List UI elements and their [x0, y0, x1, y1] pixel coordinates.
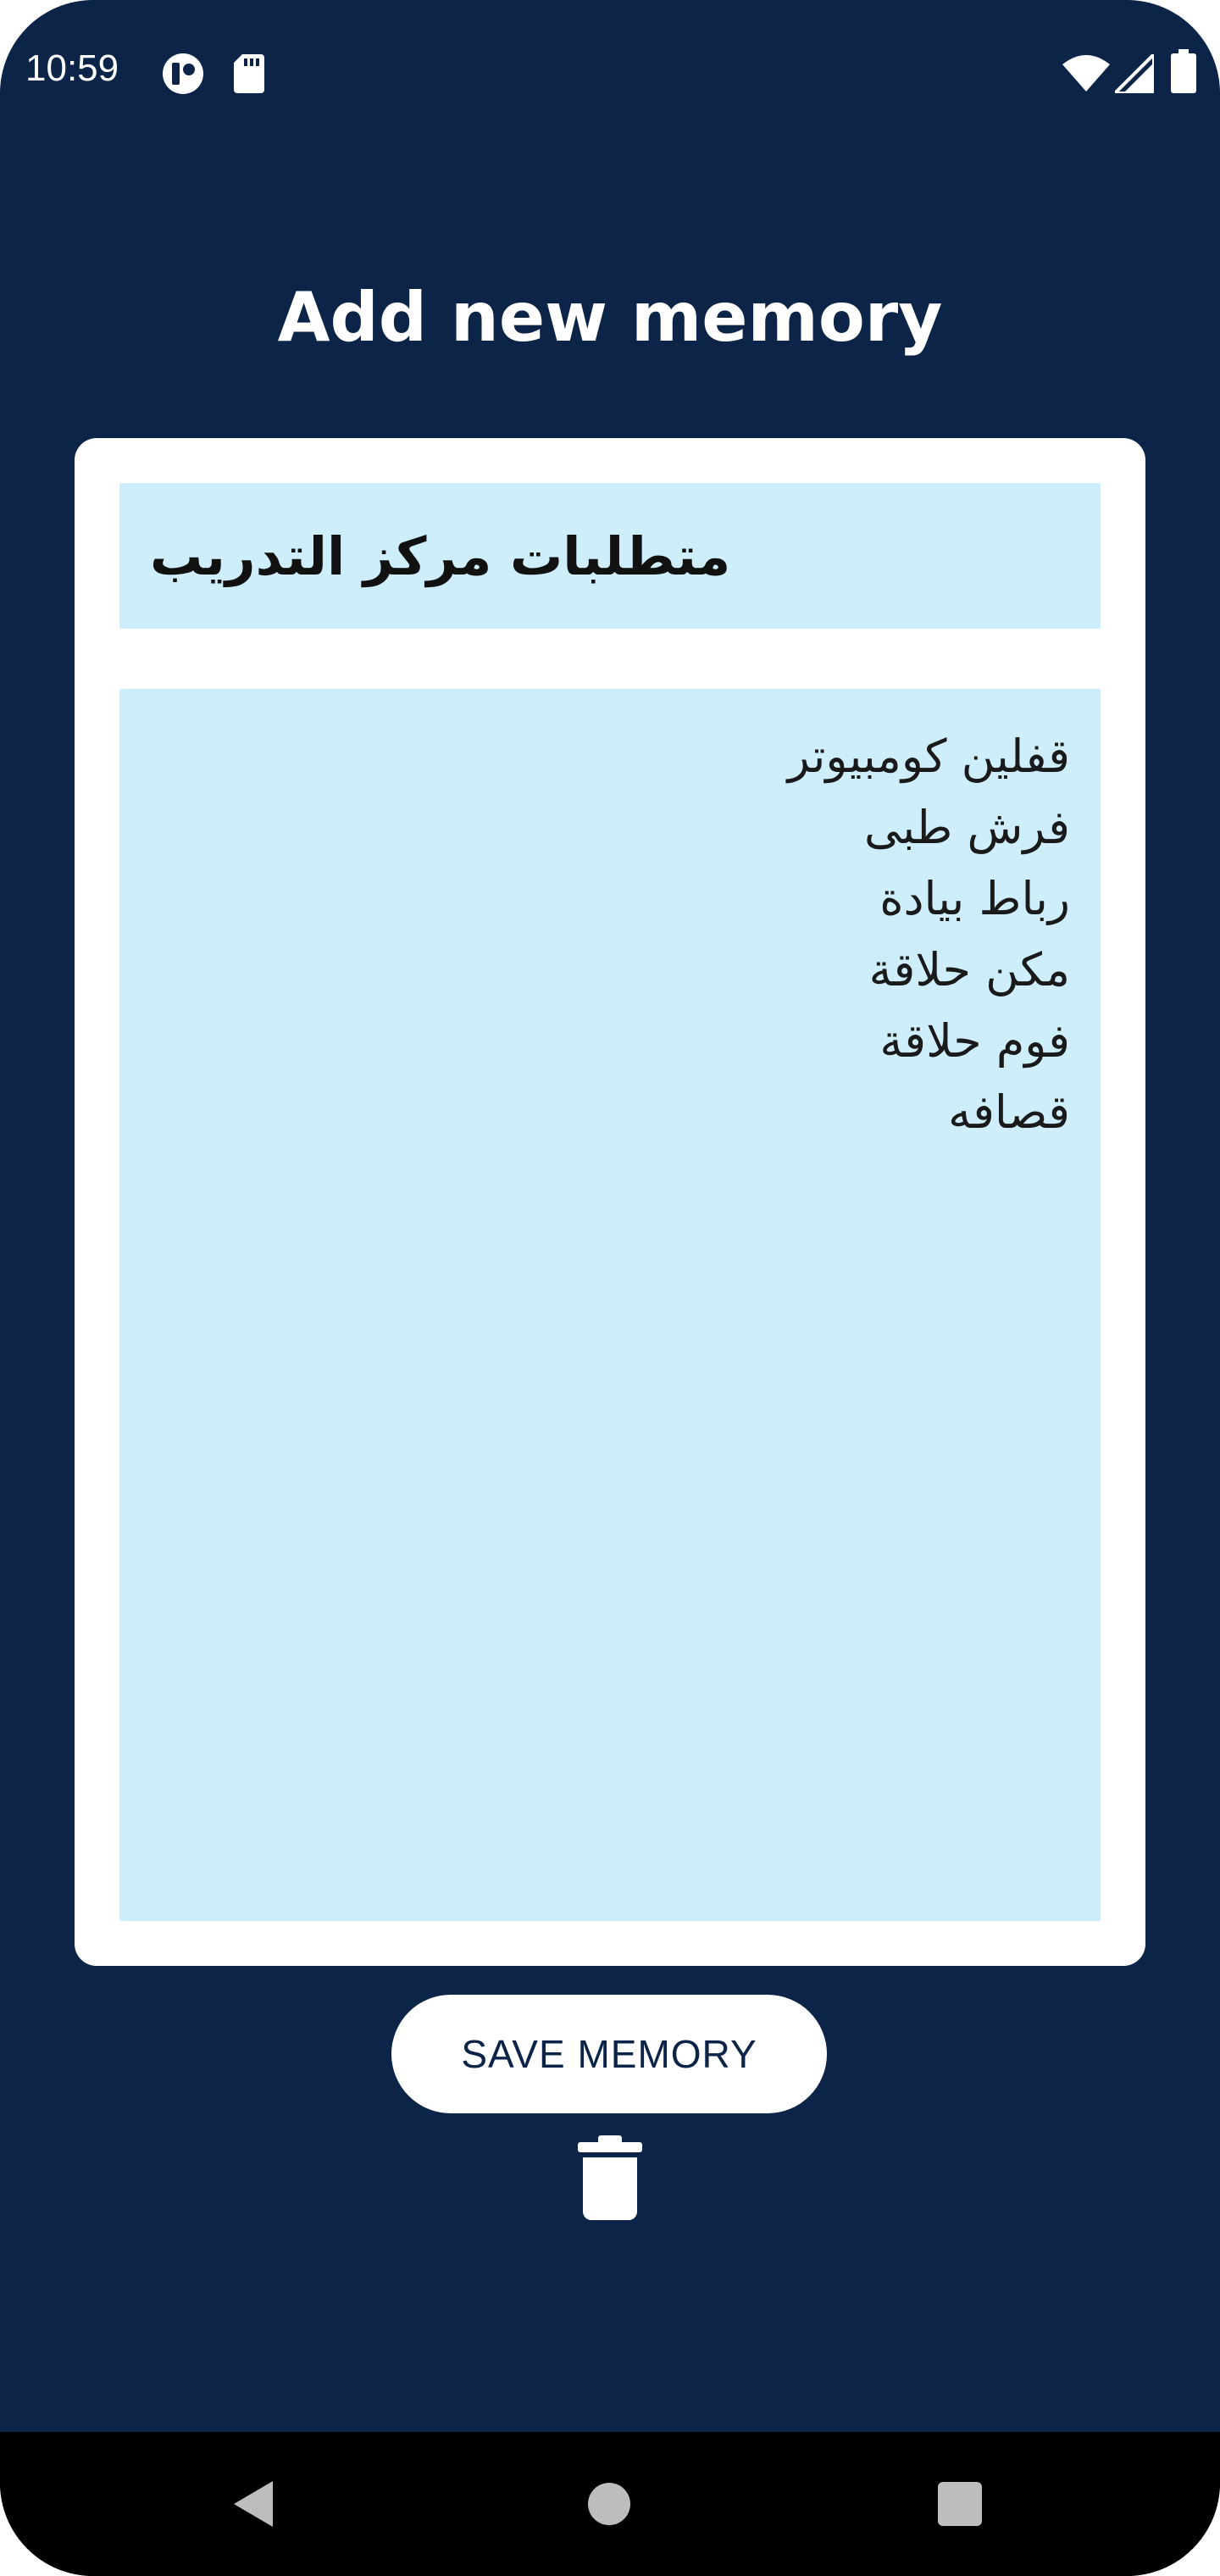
- notification-app-icon: [161, 53, 205, 99]
- back-icon[interactable]: [232, 2479, 274, 2533]
- battery-icon: [1171, 49, 1196, 97]
- phone-screen: 10:59 Add new memory متطلبات مركز التدري…: [0, 0, 1220, 2576]
- memory-title-input[interactable]: متطلبات مركز التدريب: [119, 483, 1101, 629]
- memory-body-line: قفلين كومبيوتر: [787, 730, 1070, 783]
- memory-body-input[interactable]: قفلين كومبيوتر فرش طبى رباط بيادة مكن حل…: [119, 689, 1101, 1921]
- sd-card-icon: [234, 54, 264, 97]
- wifi-icon: [1062, 54, 1110, 96]
- recents-icon[interactable]: [937, 2481, 983, 2531]
- memory-body-line: فوم حلاقة: [879, 1014, 1070, 1068]
- page-title: Add new memory: [277, 278, 943, 357]
- memory-body-line: مكن حلاقة: [868, 943, 1070, 997]
- home-icon[interactable]: [586, 2481, 632, 2531]
- memory-body-line: رباط بيادة: [879, 872, 1070, 925]
- status-time: 10:59: [25, 47, 119, 89]
- trash-icon[interactable]: [574, 2135, 646, 2220]
- signal-icon: [1111, 50, 1156, 97]
- save-memory-button[interactable]: SAVE MEMORY: [391, 1995, 827, 2113]
- memory-body-line: قصافه: [948, 1085, 1070, 1139]
- memory-body-line: فرش طبى: [864, 801, 1070, 854]
- navigation-bar: [0, 2432, 1220, 2576]
- memory-card: متطلبات مركز التدريب قفلين كومبيوتر فرش …: [75, 438, 1145, 1966]
- status-bar: 10:59: [0, 0, 1220, 144]
